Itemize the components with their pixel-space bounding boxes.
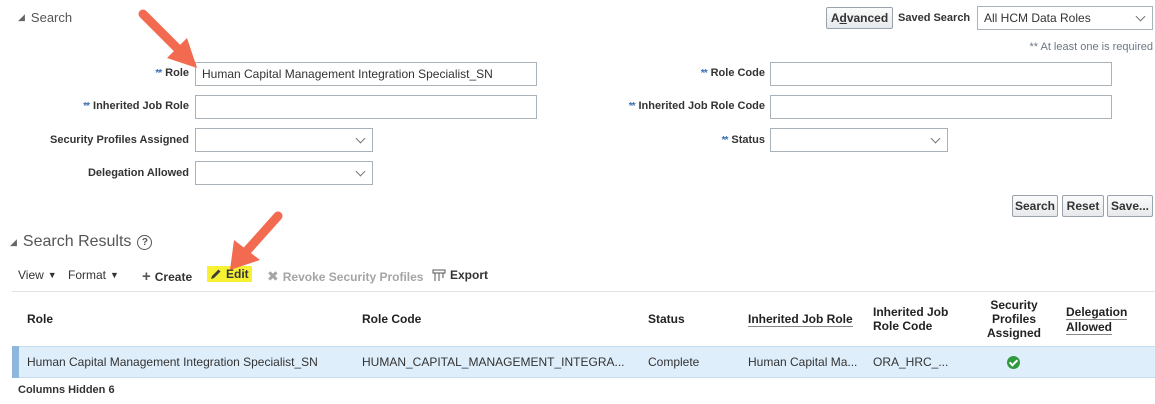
- column-header-security-profiles-assigned[interactable]: Security Profiles Assigned: [985, 298, 1043, 340]
- table-top-divider: [12, 291, 1155, 292]
- chevron-down-icon: [930, 133, 941, 144]
- chevron-down-icon: [355, 133, 366, 144]
- saved-search-select[interactable]: All HCM Data Roles: [977, 6, 1153, 30]
- cell-role-code: HUMAN_CAPITAL_MANAGEMENT_INTEGRA...: [362, 355, 625, 369]
- advanced-button[interactable]: Ad vanced: [826, 7, 893, 29]
- required-hint: ** At least one is required: [1029, 41, 1153, 53]
- create-button[interactable]: + Create: [142, 268, 192, 285]
- chevron-down-icon: [355, 166, 366, 177]
- save-button[interactable]: Save...: [1107, 195, 1153, 217]
- cell-role: Human Capital Management Integration Spe…: [27, 355, 318, 369]
- revoke-security-profiles-button[interactable]: ✖ Revoke Security Profiles: [267, 268, 423, 285]
- inherited-job-role-label: ** Inherited Job Role: [83, 100, 189, 112]
- column-header-role-code[interactable]: Role Code: [362, 312, 421, 326]
- cell-status: Complete: [648, 355, 700, 369]
- annotation-arrow-icon: [230, 211, 283, 270]
- export-icon: [432, 269, 446, 281]
- row-selection-marker: [12, 346, 19, 378]
- chevron-down-icon: [1135, 11, 1146, 22]
- inherited-job-role-code-input[interactable]: [770, 95, 1112, 119]
- columns-hidden-status: Columns Hidden 6: [18, 384, 115, 396]
- view-menu[interactable]: View ▼: [18, 268, 57, 282]
- role-code-input[interactable]: [770, 62, 1112, 86]
- search-results-header[interactable]: ◢ Search Results ?: [10, 233, 153, 251]
- format-menu[interactable]: Format ▼: [68, 268, 119, 282]
- inherited-job-role-input[interactable]: [195, 95, 537, 119]
- pencil-icon: [211, 269, 221, 279]
- inherited-job-role-code-label: ** Inherited Job Role Code: [628, 100, 765, 112]
- cell-inherited-job-role-code: ORA_HRC_...: [873, 355, 949, 369]
- status-label: ** Status: [721, 134, 765, 146]
- check-icon: [1007, 356, 1020, 369]
- reset-button[interactable]: Reset: [1062, 195, 1104, 217]
- column-header-status[interactable]: Status: [648, 312, 685, 326]
- column-header-inherited-job-role-code[interactable]: Inherited Job Role Code: [873, 305, 948, 333]
- caret-down-icon: ▼: [110, 270, 119, 280]
- export-button[interactable]: Export: [432, 268, 488, 282]
- delegation-allowed-label: Delegation Allowed: [87, 167, 189, 179]
- help-icon[interactable]: ?: [137, 234, 153, 250]
- security-profiles-assigned-label: Security Profiles Assigned: [50, 134, 189, 146]
- search-section-header[interactable]: ◢ Search: [18, 10, 72, 25]
- saved-search-label: Saved Search: [898, 12, 971, 24]
- search-button[interactable]: Search: [1012, 195, 1058, 217]
- collapse-triangle-icon[interactable]: ◢: [10, 237, 17, 248]
- column-header-role[interactable]: Role: [27, 312, 53, 326]
- role-input[interactable]: Human Capital Management Integration Spe…: [195, 62, 537, 86]
- plus-icon: +: [142, 268, 151, 285]
- collapse-triangle-icon[interactable]: ◢: [18, 12, 25, 23]
- status-select[interactable]: [770, 128, 948, 152]
- cell-inherited-job-role: Human Capital Ma...: [748, 355, 858, 369]
- search-results-title: Search Results: [22, 233, 132, 250]
- search-section-title: Search: [30, 10, 73, 25]
- caret-down-icon: ▼: [47, 270, 57, 280]
- delegation-allowed-select[interactable]: [195, 161, 373, 185]
- column-header-delegation-allowed[interactable]: Delegation Allowed: [1066, 305, 1155, 335]
- annotation-arrow-icon: [138, 9, 197, 68]
- column-header-inherited-job-role[interactable]: Inherited Job Role: [748, 312, 853, 327]
- security-profiles-assigned-select[interactable]: [195, 128, 373, 152]
- role-code-label: ** Role Code: [700, 67, 765, 79]
